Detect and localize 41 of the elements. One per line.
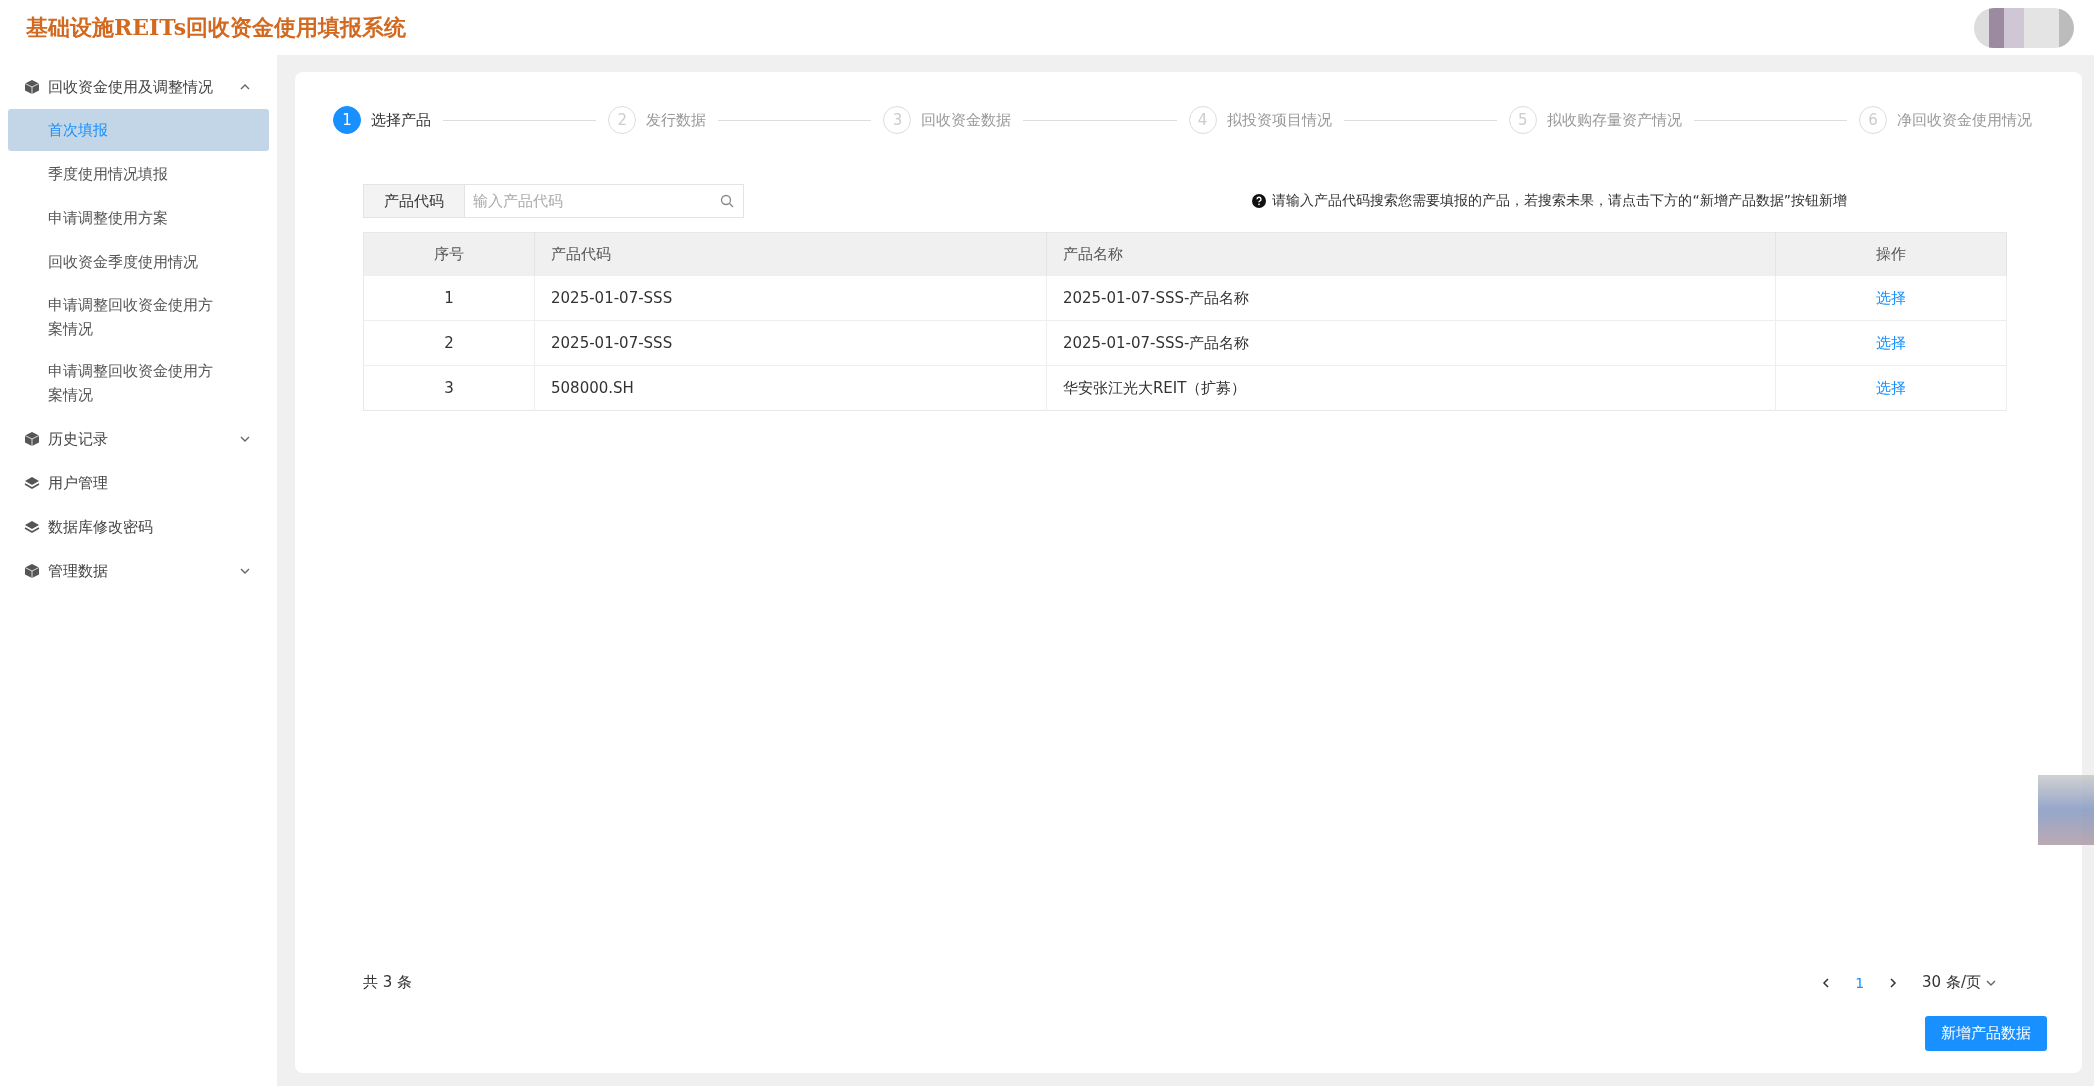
search-icon xyxy=(720,194,734,208)
sidebar-item[interactable]: 回收资金使用及调整情况 xyxy=(0,65,277,109)
cube-icon xyxy=(24,79,40,95)
step[interactable]: 1 选择产品 xyxy=(333,106,431,134)
prev-page-icon[interactable] xyxy=(1821,976,1832,989)
sidebar-item[interactable]: 历史记录 xyxy=(0,417,277,461)
table-cell: 508000.SH xyxy=(534,365,1047,411)
sidebar-subitem[interactable]: 季度使用情况填报 xyxy=(8,153,269,195)
total-count: 共 3 条 xyxy=(363,973,413,992)
table-cell: 2025-01-07-SSS-产品名称 xyxy=(1046,320,1776,366)
table-cell: 2025-01-07-SSS xyxy=(534,275,1047,321)
column-header: 操作 xyxy=(1775,232,2007,276)
help-icon xyxy=(1252,194,1267,208)
column-header: 序号 xyxy=(363,232,535,276)
search-field[interactable]: 输入产品代码 xyxy=(464,184,744,218)
cube-icon xyxy=(24,431,40,447)
hint-text: 请输入产品代码搜索您需要填报的产品，若搜索未果，请点击下方的“新增产品数据”按钮新增 xyxy=(1272,192,1847,210)
next-page-icon[interactable] xyxy=(1888,976,1899,989)
search-label: 产品代码 xyxy=(363,184,464,218)
table-cell: 华安张江光大REIT（扩募） xyxy=(1046,365,1776,411)
sidebar-item[interactable]: 管理数据 xyxy=(0,549,277,593)
sidebar-subitem[interactable]: 申请调整回收资金使用方案情况 xyxy=(8,351,269,415)
table-cell: 2025-01-07-SSS xyxy=(534,320,1047,366)
cube-icon xyxy=(24,563,40,579)
column-header: 产品名称 xyxy=(1046,232,1776,276)
layers-icon xyxy=(24,519,40,535)
sidebar-subitem[interactable]: 回收资金季度使用情况 xyxy=(8,241,269,283)
sidebar-item[interactable]: 数据库修改密码 xyxy=(0,505,277,549)
table-cell: 1 xyxy=(363,275,535,321)
column-header: 产品代码 xyxy=(534,232,1047,276)
table-cell: 2 xyxy=(363,320,535,366)
sidebar-item[interactable]: 用户管理 xyxy=(0,461,277,505)
sidebar-subitem[interactable]: 申请调整使用方案 xyxy=(8,197,269,239)
sidebar-subitem[interactable]: 申请调整回收资金使用方案情况 xyxy=(8,285,269,349)
page-size-select[interactable]: 30 条/页 xyxy=(1922,973,1997,992)
layers-icon xyxy=(24,475,40,491)
table-cell: 2025-01-07-SSS-产品名称 xyxy=(1046,275,1776,321)
pixelated-block xyxy=(2038,775,2094,845)
step-number: 1 xyxy=(333,106,361,134)
app-title: 基础设施REITs回收资金使用填报系统 xyxy=(26,12,407,42)
table-cell: 3 xyxy=(363,365,535,411)
